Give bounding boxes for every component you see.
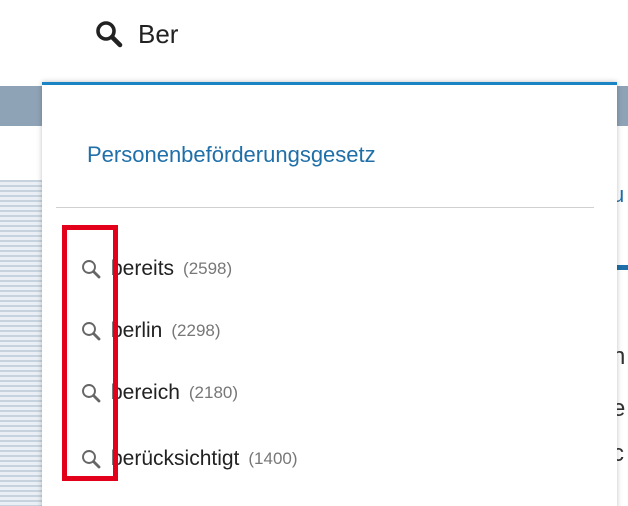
search-icon[interactable] xyxy=(94,19,124,49)
search-icon xyxy=(82,384,101,403)
suggestion-count: (2598) xyxy=(183,259,233,278)
background-sidebar-pattern xyxy=(0,180,42,506)
suggestion-count: (2298) xyxy=(171,321,221,340)
search-icon xyxy=(82,260,101,279)
suggestion-word: bereits xyxy=(111,257,175,280)
suggestion-item[interactable]: bereits (2598) xyxy=(80,249,232,289)
dropdown-title-link[interactable]: Personenbeförderungsgesetz xyxy=(87,142,376,168)
suggestion-word: berücksichtigt xyxy=(111,447,240,470)
autocomplete-dropdown: Personenbeförderungsgesetz bereits (2598… xyxy=(42,82,617,506)
page: u n e c Ber Personenbeförderungsgesetz b… xyxy=(0,0,628,506)
suggestion-item[interactable]: bereich (2180) xyxy=(80,373,238,413)
suggestion-item[interactable]: berlin (2298) xyxy=(80,311,221,351)
suggestion-word: bereich xyxy=(111,381,180,404)
search-icon xyxy=(82,322,101,341)
suggestion-item[interactable]: berücksichtigt (1400) xyxy=(80,439,298,479)
suggestion-count: (2180) xyxy=(188,383,239,402)
search-field[interactable]: Ber xyxy=(94,14,178,54)
search-icon xyxy=(82,450,101,469)
suggestion-count: (1400) xyxy=(248,449,298,468)
search-query-text[interactable]: Ber xyxy=(138,19,178,50)
dropdown-divider xyxy=(56,207,594,208)
suggestion-word: berlin xyxy=(111,319,163,342)
